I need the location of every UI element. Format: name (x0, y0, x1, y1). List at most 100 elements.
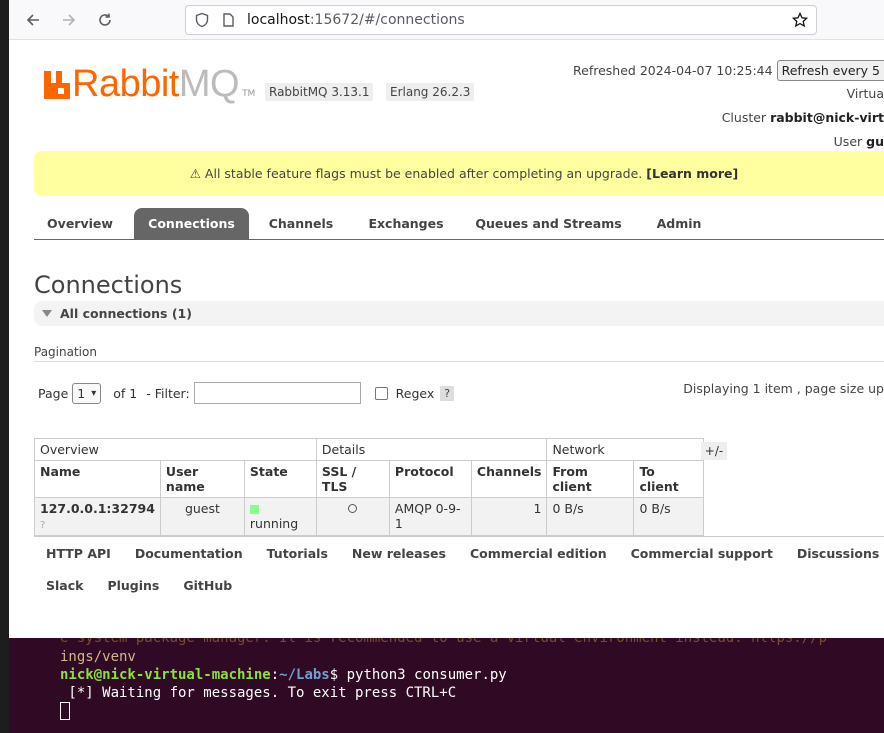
col-name[interactable]: Name (34, 460, 161, 498)
footer-link-documentation[interactable]: Documentation (123, 546, 255, 561)
terminal-path: ~/Labs (279, 667, 330, 683)
main-tabs: Overview Connections Channels Exchanges … (34, 208, 884, 240)
cell-to-client: 0 B/s (633, 497, 705, 536)
regex-label: Regex (395, 385, 435, 401)
regex-checkbox[interactable] (374, 386, 388, 400)
logo-rabbit: Rabbit (72, 63, 179, 105)
col-ssl-tls[interactable]: SSL / TLS (315, 460, 390, 498)
logo-trademark: TM (242, 89, 256, 99)
footer-link-discussions[interactable]: Discussions (785, 546, 884, 561)
rabbitmq-page: RabbitMQ TM RabbitMQ 3.13.1 Erlang 26.2.… (9, 41, 884, 638)
all-connections-toggle[interactable]: All connections (1) (34, 301, 884, 326)
cluster-label: Cluster (721, 110, 767, 125)
rabbitmq-logo-icon (44, 71, 70, 99)
table-group-row: Overview Details Network (34, 438, 705, 461)
back-arrow-icon (26, 14, 39, 26)
chevron-down-icon: ▾ (91, 387, 97, 399)
tab-exchanges[interactable]: Exchanges (356, 208, 456, 240)
terminal-output-line: [*] Waiting for messages. To exit press … (60, 685, 457, 701)
pagination-divider (34, 361, 884, 362)
col-channels[interactable]: Channels (470, 460, 548, 498)
user-value: gu (866, 134, 884, 149)
bookmark-star-icon[interactable] (792, 12, 808, 28)
state-text: running (249, 516, 299, 531)
footer-link-slack[interactable]: Slack (34, 578, 95, 593)
terminal-command: $ python3 consumer.py (329, 667, 507, 683)
connections-table: Overview Details Network Name User name … (34, 438, 705, 536)
forward-button[interactable] (57, 8, 81, 32)
footer-link-new-releases[interactable]: New releases (340, 546, 458, 561)
logo-mq: MQ (178, 63, 240, 105)
shield-icon[interactable] (194, 12, 210, 28)
page-label: Page (38, 385, 69, 401)
filter-label: - Filter: (146, 385, 190, 401)
refresh-interval-select[interactable]: Refresh every 5 (776, 59, 884, 81)
footer-link-commercial-support[interactable]: Commercial support (619, 546, 785, 561)
tab-overview[interactable]: Overview (34, 208, 126, 240)
terminal-cursor (60, 702, 70, 720)
pagination-label: Pagination (34, 345, 97, 359)
feature-flags-warning: ⚠ All stable feature flags must be enabl… (34, 151, 884, 196)
table-row: 127.0.0.1:32794? guest running AMQP 0-9-… (34, 497, 705, 536)
terminal-prompt-line: nick@nick-virtual-machine:~/Labs$ python… (60, 667, 507, 683)
url-host: localhost (247, 12, 310, 28)
footer-links: HTTP API Documentation Tutorials New rel… (34, 536, 884, 601)
footer-row-2: Slack Plugins GitHub (34, 569, 884, 601)
col-state[interactable]: State (243, 460, 317, 498)
warning-text: ⚠ All stable feature flags must be enabl… (189, 166, 643, 181)
refreshed-text: Refreshed 2024-04-07 10:25:44 (573, 62, 773, 78)
terminal-window[interactable]: e system package manager. It is recommen… (9, 638, 884, 733)
connection-name-sub: ? (40, 520, 46, 531)
url-text: localhost:15672/#/connections (247, 12, 465, 28)
col-to-client[interactable]: To client (633, 460, 705, 498)
tab-queues-and-streams[interactable]: Queues and Streams (466, 208, 631, 240)
forward-arrow-icon (63, 14, 76, 26)
back-button[interactable] (21, 8, 45, 32)
cluster-value: rabbit@nick-virt (770, 110, 884, 125)
col-user-name[interactable]: User name (159, 460, 245, 498)
browser-window: localhost:15672/#/connections RabbitMQ T… (9, 0, 884, 638)
rabbitmq-version-badge: RabbitMQ 3.13.1 (265, 83, 374, 101)
tab-connections[interactable]: Connections (134, 208, 249, 240)
terminal-user-host: nick@nick-virtual-machine (60, 667, 271, 683)
tab-admin[interactable]: Admin (644, 208, 714, 240)
cell-protocol: AMQP 0-9-1 (388, 497, 472, 536)
footer-row-1: HTTP API Documentation Tutorials New rel… (34, 537, 884, 569)
rabbitmq-logo[interactable]: RabbitMQ TM (44, 65, 255, 103)
address-bar[interactable]: localhost:15672/#/connections (185, 5, 817, 35)
learn-more-link[interactable]: [Learn more] (646, 166, 738, 181)
cell-ssl (315, 497, 390, 536)
col-from-client[interactable]: From client (546, 460, 635, 498)
cell-channels: 1 (470, 497, 548, 536)
logo-wordmark: RabbitMQ (72, 63, 240, 105)
cell-state: running (243, 497, 317, 536)
footer-link-http-api[interactable]: HTTP API (34, 546, 123, 561)
reload-button[interactable] (93, 8, 117, 32)
regex-help-button[interactable]: ? (440, 385, 455, 401)
user-label: User (833, 134, 863, 149)
column-toggle-button[interactable]: +/- (701, 442, 727, 460)
col-protocol[interactable]: Protocol (388, 460, 472, 498)
page-title: Connections (34, 271, 183, 299)
footer-link-tutorials[interactable]: Tutorials (255, 546, 340, 561)
terminal-faint-line-2: ings/venv (60, 649, 136, 665)
connection-name-link[interactable]: 127.0.0.1:32794 (40, 501, 155, 516)
url-path: :15672/#/connections (309, 12, 465, 28)
virtual-host-line: Virtua (573, 82, 884, 106)
group-overview: Overview (34, 438, 317, 461)
tab-channels[interactable]: Channels (256, 208, 346, 240)
cluster-line: Cluster rabbit@nick-virt (573, 106, 884, 130)
filter-input[interactable] (193, 382, 361, 404)
page-info-icon[interactable] (220, 12, 236, 28)
header-status: Refreshed 2024-04-07 10:25:44 Refresh ev… (573, 58, 884, 154)
reload-icon (99, 13, 111, 26)
running-status-icon (249, 505, 259, 514)
footer-link-plugins[interactable]: Plugins (95, 578, 171, 593)
page-select-value: 1 (77, 385, 86, 401)
footer-link-github[interactable]: GitHub (171, 578, 244, 593)
displaying-text: Displaying 1 item , page size up (683, 381, 884, 396)
terminal-faint-line-1: e system package manager. It is recommen… (60, 638, 828, 646)
footer-link-commercial-edition[interactable]: Commercial edition (458, 546, 619, 561)
virtual-host-label: Virtua (846, 86, 884, 101)
page-select[interactable]: 1 ▾ (72, 382, 102, 404)
